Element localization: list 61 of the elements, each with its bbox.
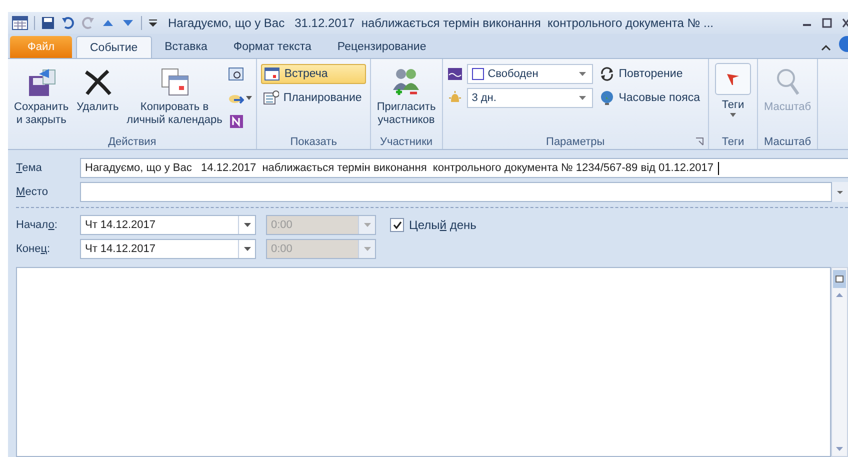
calendar-icon [264, 66, 280, 82]
dropdown-value: Свободен [488, 68, 540, 80]
status-icon [446, 66, 463, 82]
field-label: Конец: [15, 243, 52, 255]
collapse-icon[interactable] [820, 43, 832, 53]
group-label: Масштаб [764, 136, 812, 148]
group-label: Действия [108, 136, 156, 148]
group-label: Параметры [546, 136, 605, 148]
help-icon[interactable] [838, 35, 848, 53]
ribbon-tab[interactable]: Вставка [152, 36, 220, 58]
date-field[interactable]: Чт 14.12.2017 [80, 215, 256, 235]
ribbon-button[interactable]: Удалить [74, 63, 121, 134]
location-field[interactable] [80, 182, 832, 202]
group-label: Участники [380, 136, 433, 148]
repeat-icon [598, 66, 615, 82]
caret-icon [364, 247, 370, 251]
undo-icon[interactable] [61, 16, 75, 30]
flag-icon [725, 71, 742, 87]
date-field[interactable]: Чт 14.12.2017 [80, 239, 256, 259]
schedule-icon [263, 90, 280, 106]
ribbon-button[interactable]: Сохранить и закрыть [12, 63, 71, 134]
window-icon [228, 66, 244, 82]
maximize-icon[interactable] [820, 17, 834, 29]
checkbox[interactable] [390, 218, 404, 232]
dropdown[interactable]: 3 дн. [466, 88, 593, 108]
copy-icon [158, 66, 190, 98]
caret-icon [244, 247, 250, 251]
dialog-launcher-icon[interactable] [695, 137, 704, 146]
close-icon[interactable] [840, 17, 848, 29]
ribbon-tab[interactable]: Событие [76, 36, 152, 58]
view-toggle-button[interactable]: Планирование [261, 88, 366, 108]
group-label: Показать [290, 136, 337, 148]
checkbox-label: Целый день [409, 218, 476, 232]
save-icon[interactable] [41, 16, 55, 30]
ribbon-button[interactable]: Повторение [596, 64, 704, 84]
field-label: Место [15, 186, 49, 198]
subject-field[interactable]: Нагадуємо, що у Вас 14.12.2017 наближається термін виконання контрольного документа № 1234/567-89 від 01.12.2017 [80, 158, 848, 178]
note-icon [228, 114, 244, 130]
ribbon-button[interactable]: Пригласить участников [374, 63, 438, 134]
caret-icon [364, 223, 370, 227]
message-body-field[interactable] [16, 267, 831, 457]
calendar-icon [12, 16, 28, 30]
globe-icon [598, 90, 615, 106]
ribbon-button[interactable]: Копировать в личный календарь [124, 63, 224, 134]
caret-icon [578, 96, 586, 100]
field-label: Начало: [15, 219, 58, 231]
ribbon-button[interactable]: Теги [713, 63, 754, 134]
caret-icon [578, 72, 586, 76]
ribbon-tab[interactable]: Формат текста [220, 36, 324, 58]
ribbon-tab[interactable]: Рецензирование [324, 36, 440, 58]
dropdown-caret-icon[interactable] [832, 182, 848, 202]
field-label: Тема [15, 162, 43, 174]
dropdown[interactable]: Свободен [466, 64, 593, 84]
window-title: Нагадуємо, що у Вас 31.12.2017 наближається термін виконання контрольного документа № ... [168, 16, 714, 30]
ruler-toggle-icon[interactable] [833, 270, 846, 288]
group-label: Теги [722, 136, 744, 148]
view-toggle-button[interactable]: Встреча [261, 64, 366, 84]
ribbon-button[interactable]: Часовые пояса [596, 88, 704, 108]
dropdown-value: 3 дн. [472, 92, 498, 104]
caret-icon [244, 223, 250, 227]
scrollbar[interactable] [831, 267, 848, 457]
